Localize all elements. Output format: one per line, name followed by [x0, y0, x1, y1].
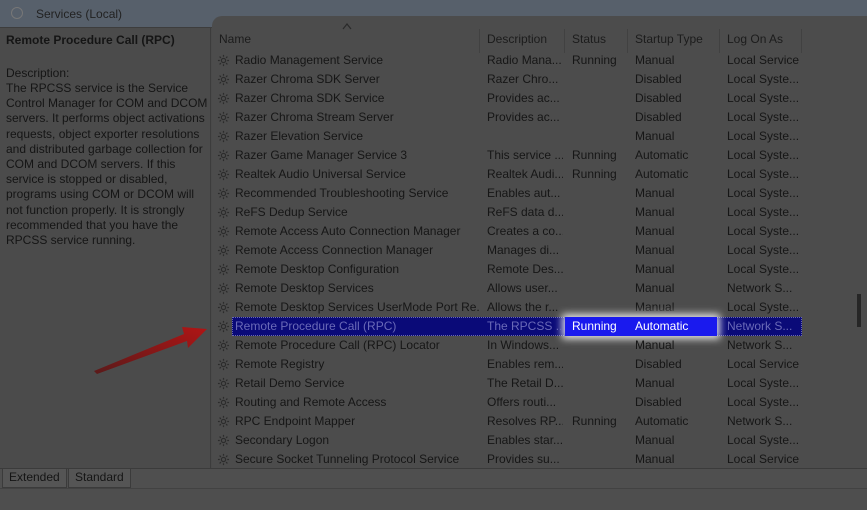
red-arrow-annotation [94, 327, 207, 374]
